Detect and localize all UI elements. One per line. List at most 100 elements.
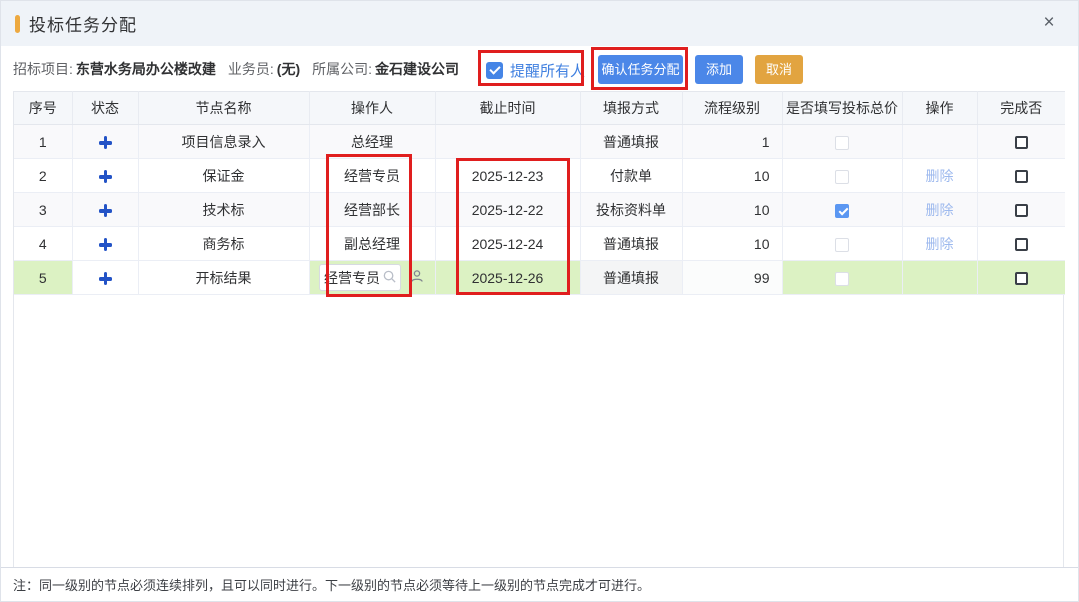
title-accent-bar-icon	[15, 15, 20, 33]
row-operator-cell[interactable]: 经营专员	[309, 159, 435, 193]
company-label: 所属公司:	[312, 61, 372, 77]
task-table-region: 序号状态节点名称操作人截止时间填报方式流程级别是否填写投标总价操作完成否 1 项目…	[13, 91, 1064, 569]
row-node-name-cell[interactable]: 项目信息录入	[138, 125, 309, 159]
row-fill-total-cell	[782, 159, 902, 193]
row-status-cell	[72, 261, 138, 295]
row-node-name-cell[interactable]: 商务标	[138, 227, 309, 261]
row-status-cell	[72, 125, 138, 159]
column-header-4: 截止时间	[435, 92, 580, 125]
add-subnode-icon[interactable]	[99, 170, 112, 183]
row-deadline-cell[interactable]: 2025-12-24	[435, 227, 580, 261]
add-button[interactable]: 添加	[695, 55, 743, 84]
column-header-9: 完成否	[977, 92, 1065, 125]
dialog-header: 投标任务分配	[1, 1, 1078, 46]
operator-input[interactable]	[324, 270, 382, 286]
task-table: 序号状态节点名称操作人截止时间填报方式流程级别是否填写投标总价操作完成否 1 项目…	[14, 91, 1065, 295]
row-fill-total-cell	[782, 261, 902, 295]
company-value: 金石建设公司	[375, 61, 459, 77]
column-header-5: 填报方式	[580, 92, 682, 125]
row-done-cell	[977, 193, 1065, 227]
table-header-row: 序号状态节点名称操作人截止时间填报方式流程级别是否填写投标总价操作完成否	[14, 92, 1065, 125]
column-header-3: 操作人	[309, 92, 435, 125]
fill-total-checkbox[interactable]	[835, 238, 849, 252]
project-label: 招标项目:	[13, 61, 73, 77]
fill-total-checkbox[interactable]	[835, 272, 849, 286]
row-done-cell	[977, 125, 1065, 159]
column-header-8: 操作	[902, 92, 977, 125]
row-deadline-cell[interactable]: 2025-12-22	[435, 193, 580, 227]
row-done-cell	[977, 227, 1065, 261]
row-level-cell[interactable]: 1	[682, 125, 782, 159]
search-icon[interactable]	[382, 269, 397, 287]
row-status-cell	[72, 159, 138, 193]
row-level-cell[interactable]: 10	[682, 159, 782, 193]
delete-link[interactable]: 删除	[926, 168, 954, 184]
row-action-cell	[902, 261, 977, 295]
fill-total-checkbox[interactable]	[835, 136, 849, 150]
remind-all-toggle[interactable]: 提醒所有人	[486, 60, 585, 81]
row-method-cell[interactable]: 普通填报	[580, 125, 682, 159]
row-operator-cell[interactable]: 副总经理	[309, 227, 435, 261]
row-fill-total-cell	[782, 193, 902, 227]
table-row[interactable]: 4 商务标副总经理2025-12-24普通填报10 删除	[14, 227, 1065, 261]
confirm-assignment-button[interactable]: 确认任务分配	[598, 55, 683, 84]
row-seq-cell: 4	[14, 227, 72, 261]
add-subnode-icon[interactable]	[99, 238, 112, 251]
select-user-icon[interactable]	[409, 268, 425, 287]
row-seq-cell: 1	[14, 125, 72, 159]
row-seq-cell: 3	[14, 193, 72, 227]
row-node-name-cell[interactable]: 开标结果	[138, 261, 309, 295]
row-action-cell: 删除	[902, 193, 977, 227]
fill-total-checkbox[interactable]	[835, 170, 849, 184]
done-checkbox[interactable]	[1015, 136, 1028, 149]
row-level-cell[interactable]: 99	[682, 261, 782, 295]
column-header-0: 序号	[14, 92, 72, 125]
row-node-name-cell[interactable]: 保证金	[138, 159, 309, 193]
row-fill-total-cell	[782, 125, 902, 159]
column-header-1: 状态	[72, 92, 138, 125]
row-method-cell[interactable]: 普通填报	[580, 261, 682, 295]
close-icon[interactable]: ×	[1038, 12, 1060, 34]
row-level-cell[interactable]: 10	[682, 193, 782, 227]
row-done-cell	[977, 159, 1065, 193]
row-operator-cell[interactable]	[309, 261, 435, 295]
project-value: 东营水务局办公楼改建	[76, 61, 216, 77]
table-row[interactable]: 5 开标结果 2025-12-26普通填报99	[14, 261, 1065, 295]
cancel-button[interactable]: 取消	[755, 55, 803, 84]
table-row[interactable]: 1项目信息录入总经理普通填报1	[14, 125, 1065, 159]
done-checkbox[interactable]	[1015, 272, 1028, 285]
delete-link[interactable]: 删除	[926, 236, 954, 252]
add-subnode-icon[interactable]	[99, 204, 112, 217]
salesman-value: (无)	[277, 61, 300, 77]
task-assignment-dialog: 投标任务分配 × 招标项目:东营水务局办公楼改建业务员:(无)所属公司:金石建设…	[0, 0, 1079, 602]
row-method-cell[interactable]: 普通填报	[580, 227, 682, 261]
row-action-cell: 删除	[902, 159, 977, 193]
row-level-cell[interactable]: 10	[682, 227, 782, 261]
row-done-cell	[977, 261, 1065, 295]
column-header-7: 是否填写投标总价	[782, 92, 902, 125]
table-row[interactable]: 3 技术标经营部长2025-12-22投标资料单10 删除	[14, 193, 1065, 227]
footer-note: 注：同一级别的节点必须连续排列，且可以同时进行。下一级别的节点必须等待上一级别的…	[13, 575, 650, 594]
done-checkbox[interactable]	[1015, 170, 1028, 183]
delete-link[interactable]: 删除	[926, 202, 954, 218]
add-subnode-icon[interactable]	[99, 272, 112, 285]
operator-editor[interactable]	[319, 264, 401, 291]
row-deadline-cell[interactable]: 2025-12-23	[435, 159, 580, 193]
row-action-cell	[902, 125, 977, 159]
remind-all-checkbox[interactable]	[486, 62, 503, 79]
table-row[interactable]: 2保证金经营专员2025-12-23付款单10删除	[14, 159, 1065, 193]
row-node-name-cell[interactable]: 技术标	[138, 193, 309, 227]
dialog-title: 投标任务分配	[29, 11, 137, 36]
row-method-cell[interactable]: 付款单	[580, 159, 682, 193]
row-seq-cell: 5	[14, 261, 72, 295]
row-deadline-cell[interactable]	[435, 125, 580, 159]
row-action-cell: 删除	[902, 227, 977, 261]
row-deadline-cell[interactable]: 2025-12-26	[435, 261, 580, 295]
done-checkbox[interactable]	[1015, 204, 1028, 217]
done-checkbox[interactable]	[1015, 238, 1028, 251]
row-method-cell[interactable]: 投标资料单	[580, 193, 682, 227]
fill-total-checkbox[interactable]	[835, 204, 849, 218]
row-operator-cell[interactable]: 经营部长	[309, 193, 435, 227]
add-subnode-icon[interactable]	[99, 136, 112, 149]
row-operator-cell[interactable]: 总经理	[309, 125, 435, 159]
